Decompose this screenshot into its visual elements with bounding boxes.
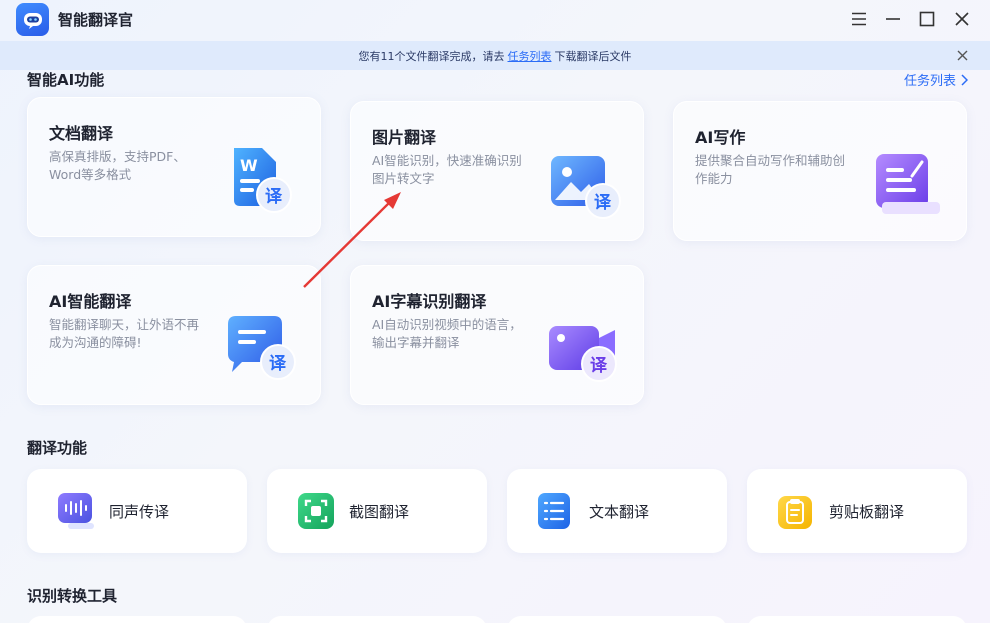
tool-label: 同声传译 (109, 503, 170, 521)
convert-tool-card[interactable] (267, 616, 487, 623)
badge-char: 译 (594, 193, 612, 213)
badge-char: 译 (590, 356, 608, 376)
card-ai-writing[interactable]: AI写作 提供聚合自动写作和辅助创作能力 (673, 101, 967, 241)
card-title: AI智能翻译 (49, 292, 132, 311)
red-annotation-arrow (303, 192, 401, 288)
tool-label: 剪贴板翻译 (829, 503, 905, 521)
tool-label: 文本翻译 (589, 503, 650, 521)
tool-clipboard-translate[interactable]: 剪贴板翻译 (747, 469, 967, 553)
image-translate-icon: 译 (545, 142, 623, 220)
task-list-link[interactable]: 任务列表 (904, 70, 968, 89)
card-document-translate[interactable]: 文档翻译 高保真排版，支持PDF、Word等多格式 W 译 (27, 97, 321, 237)
convert-tool-card[interactable] (747, 616, 967, 623)
document-translate-icon: W 译 (222, 138, 300, 216)
minimize-icon[interactable] (882, 8, 904, 30)
svg-text:W: W (240, 156, 258, 175)
translate-section-title: 翻译功能 (27, 439, 88, 457)
text-list-icon (538, 493, 574, 529)
card-description: AI自动识别视频中的语言，输出字幕并翻译 (372, 317, 522, 350)
tool-simultaneous-interpretation[interactable]: 同声传译 (27, 469, 247, 553)
menu-icon[interactable] (848, 8, 870, 30)
card-description: 高保真排版，支持PDF、Word等多格式 (49, 149, 186, 182)
tool-label: 截图翻译 (349, 503, 410, 521)
notice-task-list-link[interactable]: 任务列表 (508, 48, 552, 64)
notification-bar: 您有11个文件翻译完成，请去 任务列表 下载翻译后文件 (0, 41, 990, 70)
badge-char: 译 (265, 187, 283, 207)
convert-tool-card[interactable] (27, 616, 247, 623)
notice-close-icon[interactable] (955, 48, 970, 63)
maximize-icon[interactable] (916, 8, 938, 30)
voice-wave-icon (58, 493, 94, 529)
chevron-right-icon (961, 73, 968, 86)
convert-tool-card[interactable] (507, 616, 727, 623)
card-description: 提供聚合自动写作和辅助创作能力 (695, 153, 846, 186)
card-title: 文档翻译 (49, 124, 114, 143)
chat-translate-icon: 译 (222, 306, 300, 384)
clipboard-icon (778, 493, 814, 529)
ai-section-title: 智能AI功能 (27, 71, 105, 89)
card-ai-smart-translate[interactable]: AI智能翻译 智能翻译聊天，让外语不再成为沟通的障碍! 译 (27, 265, 321, 405)
tool-screenshot-translate[interactable]: 截图翻译 (267, 469, 487, 553)
card-description: AI智能识别，快速准确识别图片转文字 (372, 153, 522, 186)
task-list-label: 任务列表 (903, 74, 956, 89)
tool-text-translate[interactable]: 文本翻译 (507, 469, 727, 553)
app-title: 智能翻译官 (58, 11, 134, 29)
card-title: AI写作 (695, 128, 746, 147)
convert-section-title: 识别转换工具 (27, 587, 118, 605)
video-subtitle-icon: 译 (545, 306, 623, 384)
title-bar: 智能翻译官 (0, 0, 990, 40)
close-window-icon[interactable] (951, 8, 973, 30)
screenshot-icon (298, 493, 334, 529)
card-description: 智能翻译聊天，让外语不再成为沟通的障碍! (49, 317, 200, 350)
notice-suffix: 下载翻译后文件 (554, 49, 632, 63)
card-title: 图片翻译 (372, 128, 437, 147)
notice-prefix: 您有11个文件翻译完成，请去 (358, 49, 505, 63)
ai-writing-icon (868, 142, 946, 220)
badge-char: 译 (269, 354, 287, 374)
app-logo-icon (16, 3, 49, 36)
